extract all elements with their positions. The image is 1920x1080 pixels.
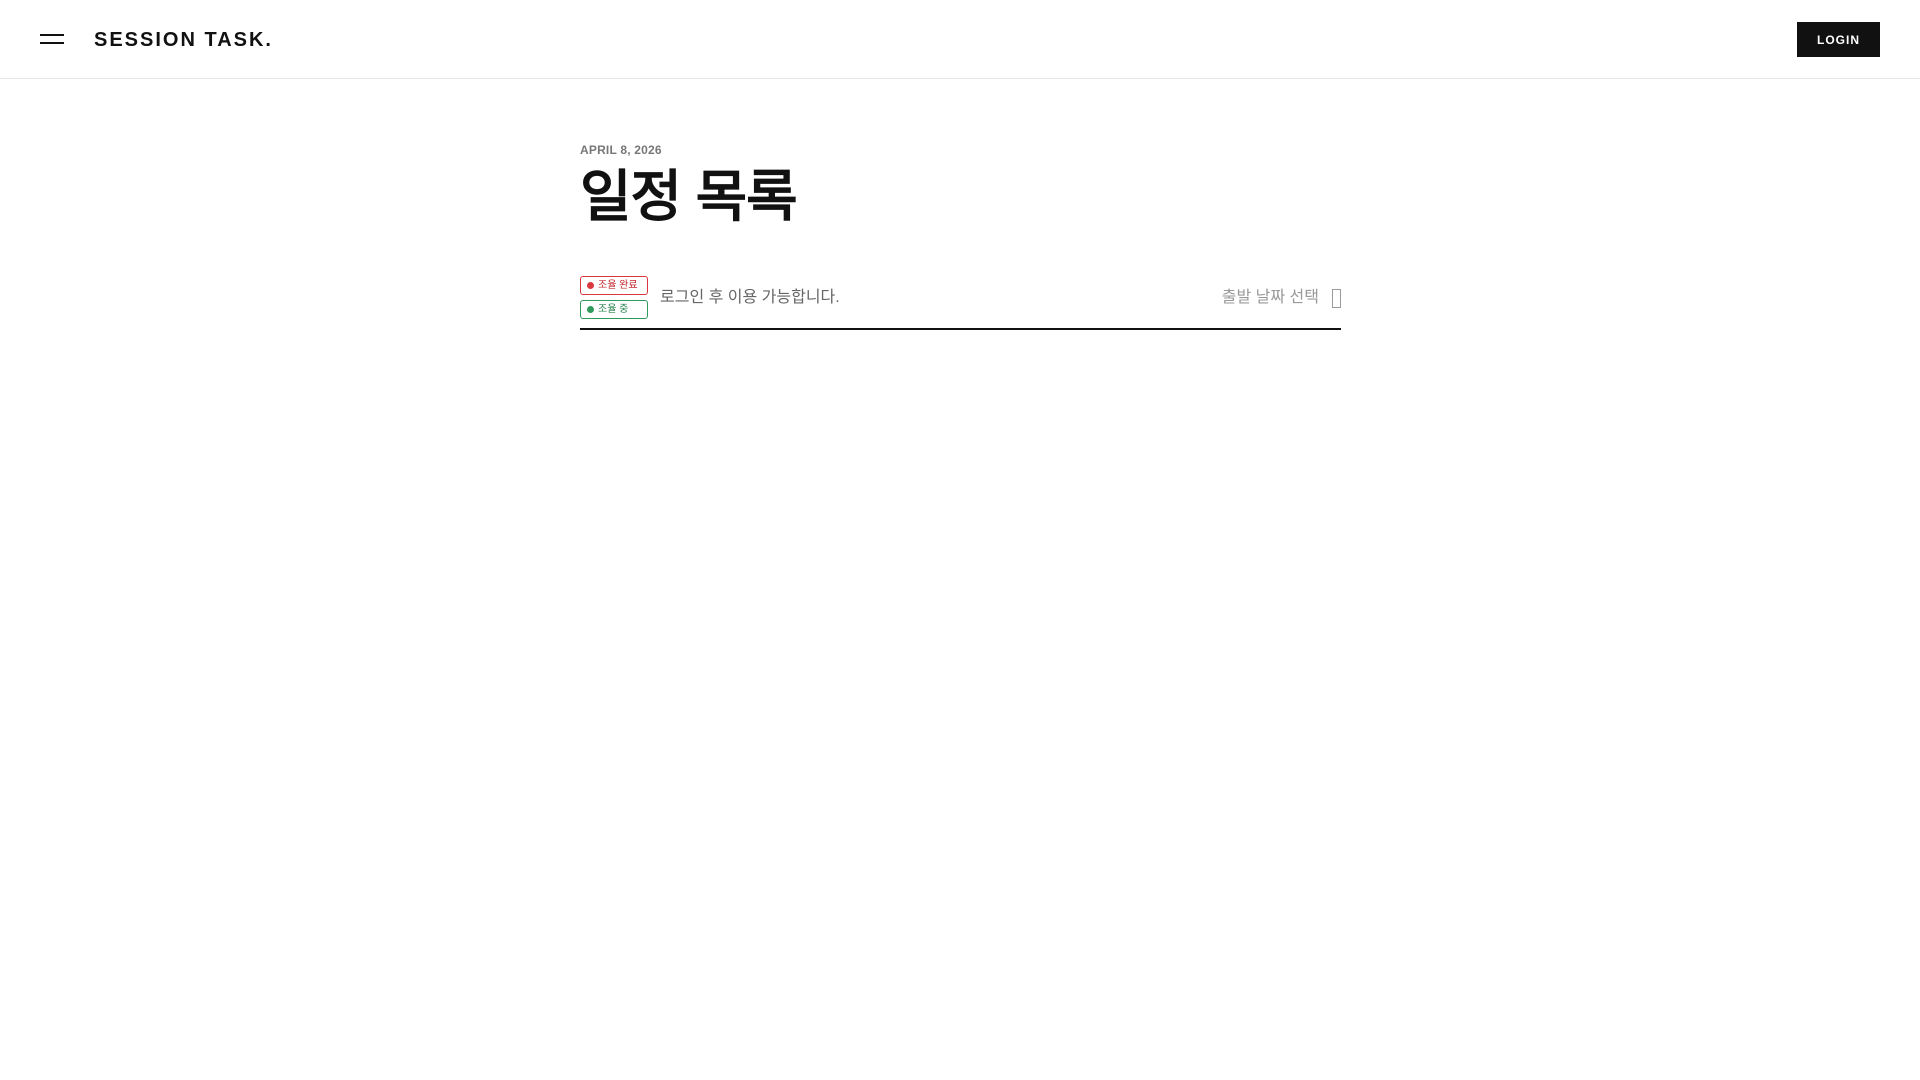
main-content: APRIL 8, 2026 일정 목록 조율 완료 조율 중 로그인 후 이용 …	[580, 140, 1341, 330]
status-legend: 조율 완료 조율 중	[580, 276, 648, 319]
login-required-message: 로그인 후 이용 가능합니다.	[660, 289, 840, 306]
departure-date-picker[interactable]: 출발 날짜 선택	[1222, 282, 1341, 314]
top-header: SESSION TASK. LOGIN	[0, 0, 1920, 79]
hamburger-icon	[40, 34, 64, 36]
page-title: 일정 목록	[580, 165, 798, 228]
green-dot-icon	[587, 306, 594, 313]
status-badge-label: 조율 완료	[598, 280, 638, 291]
current-date: APRIL 8, 2026	[580, 143, 662, 157]
calendar-icon	[1332, 288, 1341, 308]
hamburger-icon-bar	[40, 42, 64, 44]
date-picker-label: 출발 날짜 선택	[1221, 289, 1319, 306]
status-badge-in-progress: 조율 중	[580, 300, 648, 319]
status-badge-done: 조율 완료	[580, 276, 648, 295]
menu-button[interactable]	[36, 28, 68, 52]
status-badge-label: 조율 중	[598, 304, 629, 315]
schedule-filter-row: 조율 완료 조율 중 로그인 후 이용 가능합니다. 출발 날짜 선택	[580, 274, 1341, 330]
red-dot-icon	[587, 282, 594, 289]
brand-logo[interactable]: SESSION TASK.	[94, 27, 273, 53]
login-button[interactable]: LOGIN	[1797, 22, 1880, 57]
